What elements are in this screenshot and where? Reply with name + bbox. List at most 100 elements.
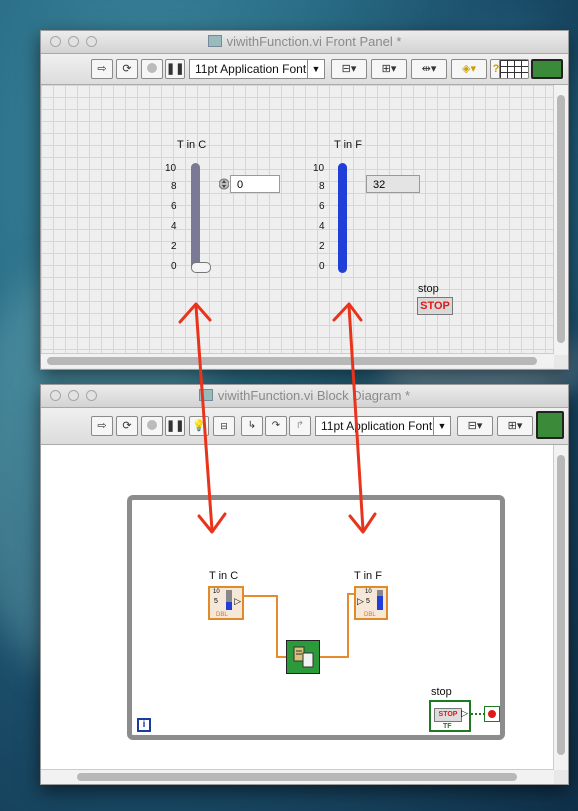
wire-segment[interactable] — [244, 595, 277, 597]
terminal-input-arrow-icon: ▷ — [357, 596, 364, 606]
abort-icon[interactable] — [141, 59, 163, 79]
wire-segment[interactable] — [320, 656, 348, 658]
pause-icon[interactable]: ❚❚ — [165, 416, 185, 436]
terminal-type: DBL — [364, 612, 376, 618]
close-button[interactable] — [50, 36, 61, 47]
block-diagram-titlebar[interactable]: viwithFunction.vi Block Diagram * — [41, 385, 568, 408]
abort-icon[interactable] — [141, 416, 163, 436]
run-arrow-icon[interactable]: ⇨ — [91, 416, 113, 436]
conversion-subvi-icon[interactable] — [286, 640, 320, 674]
reorder-icon[interactable]: ◈▾ — [451, 59, 487, 79]
distribute-icon[interactable]: ⊞▾ — [497, 416, 533, 436]
close-button[interactable] — [50, 390, 61, 401]
block-diagram-horizontal-scrollbar[interactable] — [41, 769, 554, 784]
iteration-terminal-icon[interactable]: i — [137, 718, 151, 732]
scale-tick: 2 — [171, 241, 177, 252]
terminal-thermo-icon — [377, 590, 383, 610]
stop-terminal[interactable]: STOP ▷ TF — [429, 700, 471, 732]
stop-terminal-button: STOP — [434, 708, 462, 722]
highlight-execution-icon[interactable]: 💡 — [189, 416, 209, 436]
block-diagram-toolbar: ⇨ ⟳ ❚❚ 💡 ⊟ ↳ ↷ ↱ 11pt Application Font ▼… — [41, 408, 568, 445]
step-into-icon[interactable]: ↳ — [241, 416, 263, 436]
run-arrow-icon[interactable]: ⇨ — [91, 59, 113, 79]
minimize-button[interactable] — [68, 390, 79, 401]
terminal-output-arrow-icon: ▷ — [234, 596, 241, 606]
scale-tick: 2 — [319, 241, 325, 252]
front-panel-toolbar: ⇨ ⟳ ❚❚ 11pt Application Font ▼ ⊟▾ ⊞▾ ⇹▾ … — [41, 54, 568, 85]
terminal-type: DBL — [216, 612, 228, 618]
front-panel-title: viwithFunction.vi Front Panel * — [226, 34, 402, 49]
stop-terminal-label: stop — [431, 686, 452, 698]
scale-tick: 0 — [171, 261, 177, 272]
boolean-wire[interactable] — [471, 713, 485, 715]
t-in-c-terminal[interactable]: 10 5 ▷ DBL — [208, 586, 244, 620]
stop-label: stop — [418, 283, 439, 295]
t-in-f-label: T in F — [334, 139, 362, 151]
run-continuous-icon[interactable]: ⟳ — [116, 416, 138, 436]
resize-icon[interactable]: ⇹▾ — [411, 59, 447, 79]
t-in-c-increment-decrement-icon[interactable] — [219, 175, 229, 193]
t-in-c-numeric-control[interactable]: 0 — [230, 175, 280, 193]
terminal-scale-mid: 5 — [366, 598, 370, 605]
t-in-c-slider[interactable] — [191, 163, 200, 271]
t-in-c-slider-thumb[interactable] — [191, 262, 211, 273]
align-icon[interactable]: ⊟▾ — [457, 416, 493, 436]
front-panel-titlebar[interactable]: viwithFunction.vi Front Panel * — [41, 31, 568, 54]
scale-tick: 10 — [313, 163, 325, 174]
front-panel-window: viwithFunction.vi Front Panel * ⇨ ⟳ ❚❚ 1… — [40, 30, 569, 370]
block-diagram-vertical-scrollbar[interactable] — [553, 445, 568, 770]
pause-icon[interactable]: ❚❚ — [165, 59, 185, 79]
wire-segment[interactable] — [276, 595, 278, 657]
terminal-type: TF — [443, 723, 452, 730]
scale-tick: 4 — [171, 221, 177, 232]
t-in-c-terminal-label: T in C — [209, 570, 239, 582]
chevron-down-icon: ▼ — [307, 60, 324, 78]
scale-tick: 8 — [171, 181, 177, 192]
window-controls — [50, 390, 97, 401]
front-panel-vertical-scrollbar[interactable] — [553, 85, 568, 355]
terminal-scale-top: 10 — [365, 589, 372, 595]
step-over-icon[interactable]: ↷ — [265, 416, 287, 436]
step-out-icon[interactable]: ↱ — [289, 416, 311, 436]
vi-icon[interactable] — [536, 411, 564, 439]
chevron-down-icon: ▼ — [433, 417, 450, 435]
wire-segment[interactable] — [347, 593, 349, 658]
font-ring[interactable]: 11pt Application Font ▼ — [189, 59, 325, 79]
zoom-button[interactable] — [86, 390, 97, 401]
block-diagram-canvas[interactable]: T in C 10 5 ▷ DBL T in F ▷ 10 5 DBL stop… — [41, 445, 553, 770]
t-in-f-terminal[interactable]: ▷ 10 5 DBL — [354, 586, 388, 620]
scale-tick: 8 — [319, 181, 325, 192]
while-loop-structure[interactable]: T in C 10 5 ▷ DBL T in F ▷ 10 5 DBL stop… — [127, 495, 505, 740]
font-ring-label: 11pt Application Font — [321, 419, 433, 433]
t-in-f-thermometer — [338, 163, 347, 273]
distribute-icon[interactable]: ⊞▾ — [371, 59, 407, 79]
block-diagram-title: viwithFunction.vi Block Diagram * — [217, 388, 411, 403]
zoom-button[interactable] — [86, 36, 97, 47]
block-diagram-window: viwithFunction.vi Block Diagram * ⇨ ⟳ ❚❚… — [40, 384, 569, 785]
vi-file-icon — [207, 35, 222, 47]
scale-tick: 4 — [319, 221, 325, 232]
t-in-f-terminal-label: T in F — [354, 570, 382, 582]
font-ring[interactable]: 11pt Application Font ▼ — [315, 416, 451, 436]
vi-icon[interactable] — [531, 59, 563, 79]
scale-tick: 6 — [171, 201, 177, 212]
align-icon[interactable]: ⊟▾ — [331, 59, 367, 79]
scale-tick: 0 — [319, 261, 325, 272]
vi-file-icon — [198, 389, 213, 401]
minimize-button[interactable] — [68, 36, 79, 47]
terminal-scale-mid: 5 — [214, 598, 218, 605]
subvi-glyph-icon — [289, 643, 317, 671]
connector-pane-icon[interactable] — [499, 59, 529, 79]
scale-tick: 10 — [165, 163, 177, 174]
front-panel-horizontal-scrollbar[interactable] — [41, 353, 554, 368]
window-controls — [50, 36, 97, 47]
wire-segment[interactable] — [276, 656, 286, 658]
terminal-thermo-icon — [226, 590, 232, 610]
front-panel-canvas[interactable]: T in C 10 8 6 4 2 0 0 T in F 10 8 6 4 2 … — [41, 85, 553, 355]
stop-button[interactable]: STOP — [417, 297, 453, 315]
stop-if-true-condition-icon[interactable] — [484, 706, 500, 722]
terminal-scale-top: 10 — [213, 589, 220, 595]
retain-wire-values-icon[interactable]: ⊟ — [213, 416, 235, 436]
run-continuous-icon[interactable]: ⟳ — [116, 59, 138, 79]
scale-tick: 6 — [319, 201, 325, 212]
